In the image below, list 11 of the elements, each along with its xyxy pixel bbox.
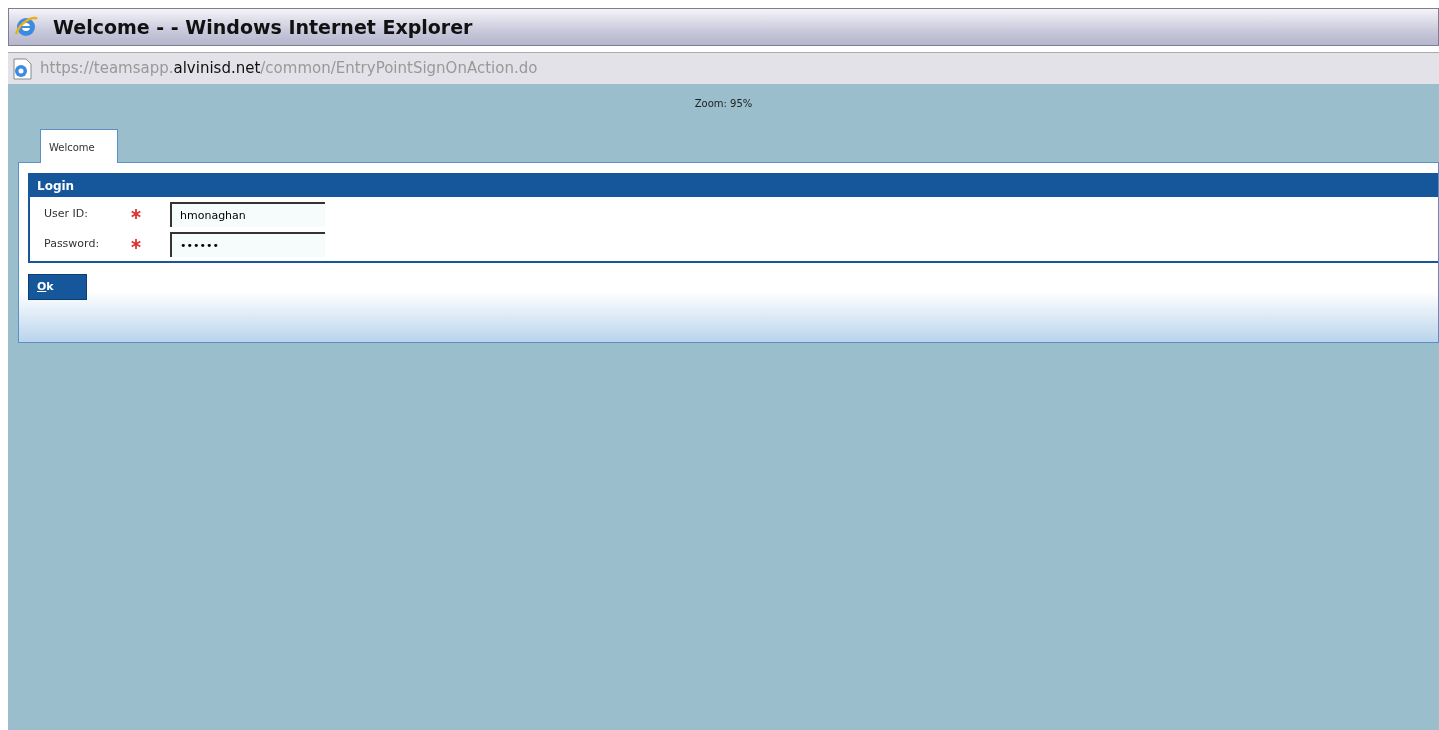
field-label: User ID: [43,205,89,222]
tab[interactable]: Welcome [40,129,118,163]
input-field[interactable]: •••••• [170,231,325,257]
input-field[interactable]: hmonaghan [170,201,325,227]
section-header: Login [30,175,1438,197]
address-url[interactable]: https://teamsapp.alvinisd.net/common/EntryPointSignOnAction.do [40,57,538,80]
zoom-label: Zoom: 95% [693,97,754,111]
window-title: Welcome - - Windows Internet Explorer [53,14,473,40]
page-icon [12,57,32,80]
ok-button[interactable]: Ok [28,274,87,300]
field-label: Password: [43,235,101,252]
